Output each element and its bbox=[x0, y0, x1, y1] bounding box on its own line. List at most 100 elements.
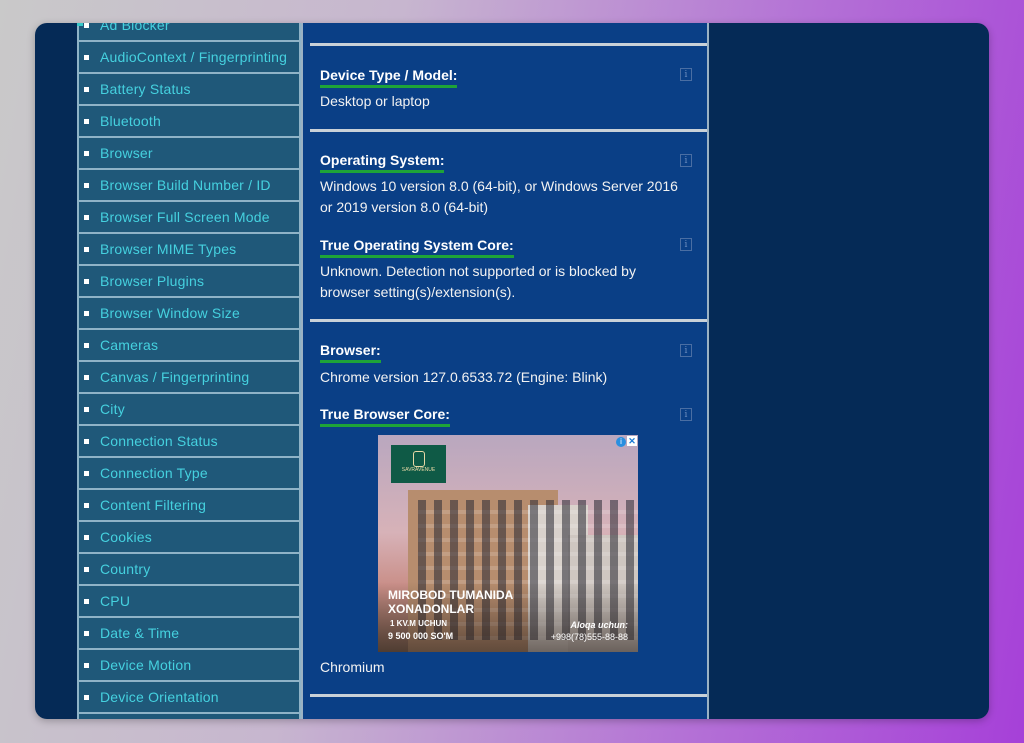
sidebar-item[interactable]: Ad Blocker bbox=[79, 23, 299, 42]
sidebar-item-label: Browser bbox=[100, 145, 153, 161]
ad-close-icon[interactable]: ✕ bbox=[627, 436, 637, 446]
browser-core-value: Chromium bbox=[320, 659, 385, 675]
sidebar-item-label: Browser Build Number / ID bbox=[100, 177, 271, 193]
ad-banner[interactable]: SAVRAVENUE i ✕ MIROBOD TUMANIDA XONADONL… bbox=[378, 435, 638, 652]
bullet-icon bbox=[84, 54, 89, 60]
sidebar-item[interactable]: Browser MIME Types bbox=[79, 234, 299, 266]
section-divider bbox=[310, 129, 707, 132]
bullet-icon bbox=[84, 214, 89, 220]
ad-logo-icon bbox=[413, 451, 425, 467]
sidebar-item-label: Cameras bbox=[100, 337, 159, 353]
bullet-icon bbox=[84, 694, 89, 700]
sidebar-item[interactable]: Battery Status bbox=[79, 74, 299, 106]
sidebar-item[interactable]: CPU bbox=[79, 586, 299, 618]
main-content: Device Type / Model: i Desktop or laptop… bbox=[303, 23, 709, 719]
sidebar-item[interactable]: Device Motion bbox=[79, 650, 299, 682]
sidebar-item[interactable]: Content Filtering bbox=[79, 490, 299, 522]
sidebar-item[interactable]: Browser bbox=[79, 138, 299, 170]
bullet-icon bbox=[84, 118, 89, 124]
bullet-icon bbox=[84, 278, 89, 284]
info-icon[interactable]: i bbox=[680, 68, 692, 81]
os-core-title: True Operating System Core: bbox=[320, 237, 514, 258]
sidebar-nav: Ad Blocker AudioContext / Fingerprinting B… bbox=[77, 23, 301, 719]
bullet-icon bbox=[84, 182, 89, 188]
sidebar-item-label: Country bbox=[100, 561, 151, 577]
bullet-icon bbox=[84, 310, 89, 316]
bullet-icon bbox=[84, 342, 89, 348]
sidebar-item-label: Cookies bbox=[100, 529, 152, 545]
sidebar-item-label: Date & Time bbox=[100, 625, 180, 641]
info-icon[interactable]: i bbox=[680, 408, 692, 421]
browser-window: Ad Blocker AudioContext / Fingerprinting B… bbox=[35, 23, 989, 719]
sidebar-item-label: Battery Status bbox=[100, 81, 191, 97]
sidebar-item[interactable]: Country bbox=[79, 554, 299, 586]
sidebar-item[interactable]: Bluetooth bbox=[79, 106, 299, 138]
bullet-icon bbox=[84, 23, 89, 28]
bullet-icon bbox=[84, 534, 89, 540]
sidebar-list: Ad Blocker AudioContext / Fingerprinting B… bbox=[79, 23, 299, 714]
device-type-title: Device Type / Model: bbox=[320, 67, 458, 88]
section-divider bbox=[310, 694, 707, 697]
bullet-icon bbox=[84, 630, 89, 636]
bullet-icon bbox=[84, 438, 89, 444]
ad-phone: +998(78)555-88-88 bbox=[550, 632, 628, 642]
section-divider bbox=[310, 319, 707, 322]
os-value: Windows 10 version 8.0 (64-bit), or Wind… bbox=[320, 178, 678, 215]
sidebar-item-label: City bbox=[100, 401, 125, 417]
sidebar-item-label: Browser Full Screen Mode bbox=[100, 209, 270, 225]
device-type-value: Desktop or laptop bbox=[320, 93, 430, 109]
ad-headline-line-2: XONADONLAR bbox=[388, 602, 474, 616]
browser-title: Browser: bbox=[320, 342, 381, 363]
ad-price: 9 500 000 SO'M bbox=[388, 631, 454, 641]
ad-contact-label: Aloqa uchun: bbox=[570, 620, 629, 630]
adchoices-icon[interactable]: i bbox=[616, 437, 626, 447]
sidebar-item[interactable]: Cookies bbox=[79, 522, 299, 554]
ad-headline: MIROBOD TUMANIDA XONADONLAR bbox=[388, 588, 513, 616]
sidebar-item-label: CPU bbox=[100, 593, 131, 609]
bullet-icon bbox=[84, 374, 89, 380]
section-divider bbox=[310, 43, 707, 46]
ad-subheadline: 1 KV.M UCHUN bbox=[390, 619, 448, 628]
bullet-icon bbox=[84, 566, 89, 572]
bullet-icon bbox=[84, 246, 89, 252]
sidebar-item[interactable]: Connection Status bbox=[79, 426, 299, 458]
bullet-icon bbox=[84, 502, 89, 508]
sidebar-item-label: Device Motion bbox=[100, 657, 192, 673]
browser-value: Chrome version 127.0.6533.72 (Engine: Bl… bbox=[320, 369, 608, 385]
info-icon[interactable]: i bbox=[680, 238, 692, 251]
ad-brand-logo: SAVRAVENUE bbox=[391, 445, 446, 483]
sidebar-item-label: Browser MIME Types bbox=[100, 241, 237, 257]
info-icon[interactable]: i bbox=[680, 154, 692, 167]
sidebar-item[interactable]: Device Orientation bbox=[79, 682, 299, 714]
bullet-icon bbox=[84, 150, 89, 156]
sidebar-item[interactable]: Browser Full Screen Mode bbox=[79, 202, 299, 234]
sidebar-item[interactable]: Date & Time bbox=[79, 618, 299, 650]
sidebar-item-label: AudioContext / Fingerprinting bbox=[100, 49, 288, 65]
sidebar-item-label: Bluetooth bbox=[100, 113, 161, 129]
sidebar-item[interactable]: Browser Window Size bbox=[79, 298, 299, 330]
sidebar-item[interactable]: Canvas / Fingerprinting bbox=[79, 362, 299, 394]
browser-core-title: True Browser Core: bbox=[320, 406, 450, 427]
sidebar-item-label: Connection Status bbox=[100, 433, 218, 449]
sidebar-item-label: Device Orientation bbox=[100, 689, 219, 705]
sidebar-item[interactable]: City bbox=[79, 394, 299, 426]
sidebar-item[interactable]: Browser Plugins bbox=[79, 266, 299, 298]
sidebar-item[interactable]: AudioContext / Fingerprinting bbox=[79, 42, 299, 74]
bullet-icon bbox=[84, 662, 89, 668]
info-icon[interactable]: i bbox=[680, 344, 692, 357]
sidebar-item-label: Content Filtering bbox=[100, 497, 207, 513]
bullet-icon bbox=[84, 470, 89, 476]
sidebar-item-label: Ad Blocker bbox=[100, 23, 170, 33]
sidebar-item[interactable]: Cameras bbox=[79, 330, 299, 362]
ad-headline-line-1: MIROBOD TUMANIDA bbox=[388, 588, 514, 602]
bullet-icon bbox=[84, 86, 89, 92]
sidebar-item-label: Browser Plugins bbox=[100, 273, 205, 289]
sidebar-item[interactable]: Browser Build Number / ID bbox=[79, 170, 299, 202]
sidebar-item[interactable]: Connection Type bbox=[79, 458, 299, 490]
bullet-icon bbox=[84, 406, 89, 412]
sidebar-item-label: Canvas / Fingerprinting bbox=[100, 369, 250, 385]
sidebar-item-label: Browser Window Size bbox=[100, 305, 240, 321]
bullet-icon bbox=[84, 598, 89, 604]
sidebar-item-label: Connection Type bbox=[100, 465, 208, 481]
os-title: Operating System: bbox=[320, 152, 445, 173]
